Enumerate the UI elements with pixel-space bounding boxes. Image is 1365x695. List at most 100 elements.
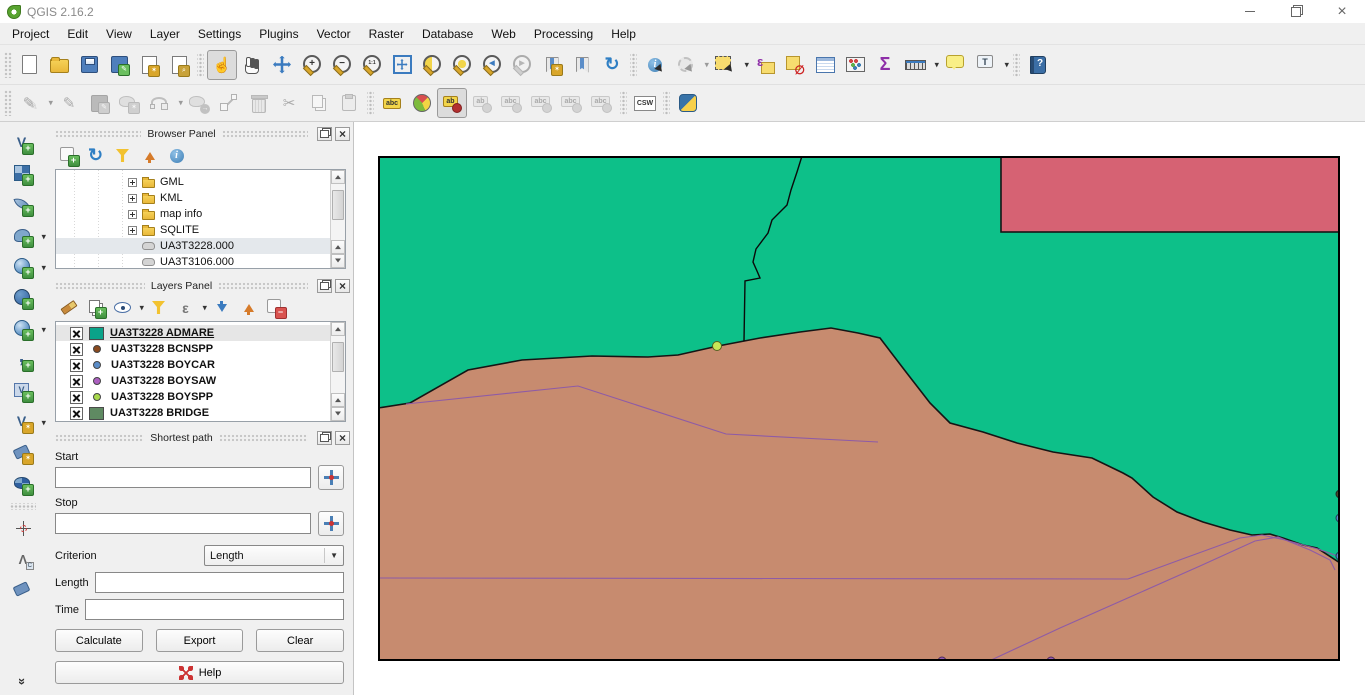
layer-ua3t3228-boycar[interactable]: UA3T3228 BOYCAR	[56, 357, 345, 373]
coordinate-capture-button[interactable]	[8, 514, 38, 543]
change-label-button[interactable]	[587, 88, 617, 118]
run-feature-action-button[interactable]	[670, 50, 700, 80]
layer-visibility-checkbox[interactable]	[70, 327, 83, 340]
zoom-full-button[interactable]	[387, 50, 417, 80]
menu-item[interactable]: Layer	[141, 24, 189, 44]
expand-all-button[interactable]	[208, 295, 235, 320]
tree-item-sqlite[interactable]: SQLITE	[56, 222, 345, 238]
show-hide-labels-button[interactable]	[497, 88, 527, 118]
criterion-select[interactable]: Length ▼	[204, 545, 344, 566]
capture-stop-point-button[interactable]	[318, 511, 344, 536]
pan-to-selection-button[interactable]	[267, 50, 297, 80]
scroll-up-button[interactable]	[331, 322, 345, 336]
field-calculator-button[interactable]	[840, 50, 870, 80]
close-panel-button[interactable]	[335, 127, 350, 141]
menu-item[interactable]: Project	[3, 24, 58, 44]
move-feature-button[interactable]	[184, 88, 214, 118]
add-virtual-layer-button[interactable]	[8, 377, 38, 406]
layer-visibility-checkbox[interactable]	[70, 343, 83, 356]
scrollbar-track[interactable]	[331, 184, 345, 240]
add-wcs-layer-button[interactable]	[8, 284, 38, 313]
collapse-tree-button[interactable]	[136, 143, 163, 168]
calculate-button[interactable]: Calculate	[55, 629, 143, 652]
open-layer-styling-button[interactable]	[55, 295, 82, 320]
layer-ua3t3228-admare[interactable]: UA3T3228 ADMARE	[56, 325, 345, 341]
select-features-button[interactable]	[710, 50, 740, 80]
tree-item-kml[interactable]: KML	[56, 190, 345, 206]
menu-item[interactable]: View	[97, 24, 141, 44]
metasearch-csw-button[interactable]	[630, 88, 660, 118]
add-wms-layer-button[interactable]	[8, 253, 38, 282]
remove-layer-button[interactable]	[262, 295, 289, 320]
highlight-pinned-labels-button[interactable]	[437, 88, 467, 118]
menu-item[interactable]: Vector	[308, 24, 360, 44]
toggle-editing-button[interactable]	[54, 88, 84, 118]
zoom-to-selection-button[interactable]	[447, 50, 477, 80]
add-oracle-georaster-layer-button[interactable]	[8, 470, 38, 499]
paste-features-button[interactable]	[334, 88, 364, 118]
scroll-up-button[interactable]	[331, 170, 345, 184]
add-spatialite-layer-button[interactable]	[8, 191, 38, 220]
scrollbar-track[interactable]	[331, 336, 345, 393]
delete-selected-button[interactable]	[244, 88, 274, 118]
compass-caliper-tool-button[interactable]	[8, 545, 38, 574]
identify-features-button[interactable]	[640, 50, 670, 80]
layer-ua3t3228-bcnspp[interactable]: UA3T3228 BCNSPP	[56, 341, 345, 357]
scroll-down-button[interactable]	[331, 254, 345, 268]
layer-diagram-options-button[interactable]	[407, 88, 437, 118]
panel-grip[interactable]	[222, 130, 308, 138]
text-annotation-button[interactable]	[970, 50, 1000, 80]
float-panel-button[interactable]	[317, 431, 332, 445]
new-composer-button[interactable]	[134, 50, 164, 80]
scrollbar[interactable]	[330, 170, 345, 268]
help-button[interactable]: Help	[55, 661, 344, 684]
composer-manager-button[interactable]	[164, 50, 194, 80]
export-button[interactable]: Export	[156, 629, 244, 652]
close-window-button[interactable]	[1319, 0, 1365, 23]
tree-item-ua3t3106[interactable]: UA3T3106.000	[56, 254, 345, 269]
close-panel-button[interactable]	[335, 431, 350, 445]
expander-icon[interactable]	[128, 226, 137, 235]
length-input[interactable]	[95, 572, 344, 593]
menu-item[interactable]: Help	[602, 24, 645, 44]
restore-button[interactable]	[1273, 0, 1319, 23]
add-postgis-layer-button[interactable]	[8, 222, 38, 251]
minimize-button[interactable]	[1227, 0, 1273, 23]
add-wfs-layer-button[interactable]	[8, 315, 38, 344]
add-delimited-text-layer-button[interactable]	[8, 346, 38, 375]
panel-grip[interactable]	[55, 130, 141, 138]
scroll-up-button[interactable]	[331, 393, 345, 407]
menu-item[interactable]: Plugins	[250, 24, 307, 44]
layer-ua3t3228-boyspp[interactable]: UA3T3228 BOYSPP	[56, 389, 345, 405]
save-project-button[interactable]	[74, 50, 104, 80]
layer-labeling-options-button[interactable]	[377, 88, 407, 118]
python-console-button[interactable]	[673, 88, 703, 118]
expander-icon[interactable]	[128, 210, 137, 219]
help-contents-button[interactable]	[1023, 50, 1053, 80]
zoom-native-button[interactable]	[357, 50, 387, 80]
new-project-button[interactable]	[14, 50, 44, 80]
pin-unpin-labels-button[interactable]	[467, 88, 497, 118]
menu-item[interactable]: Database	[413, 24, 482, 44]
rotate-label-button[interactable]	[557, 88, 587, 118]
refresh-browser-button[interactable]	[82, 143, 109, 168]
new-gpx-layer-button[interactable]	[8, 439, 38, 468]
filter-browser-button[interactable]	[109, 143, 136, 168]
pan-map-button[interactable]	[237, 50, 267, 80]
cut-features-button[interactable]	[274, 88, 304, 118]
move-label-button[interactable]	[527, 88, 557, 118]
menu-item[interactable]: Edit	[58, 24, 97, 44]
clear-button[interactable]: Clear	[256, 629, 344, 652]
zoom-in-button[interactable]	[297, 50, 327, 80]
refresh-map-button[interactable]	[597, 50, 627, 80]
panel-grip[interactable]	[219, 434, 308, 442]
float-panel-button[interactable]	[317, 127, 332, 141]
panel-grip[interactable]	[218, 282, 308, 290]
close-panel-button[interactable]	[335, 279, 350, 293]
tree-item-gml[interactable]: GML	[56, 174, 345, 190]
save-layer-edits-button[interactable]	[84, 88, 114, 118]
properties-widget-button[interactable]	[163, 143, 190, 168]
open-attribute-table-button[interactable]	[810, 50, 840, 80]
layer-visibility-checkbox[interactable]	[70, 391, 83, 404]
layer-visibility-checkbox[interactable]	[70, 407, 83, 420]
